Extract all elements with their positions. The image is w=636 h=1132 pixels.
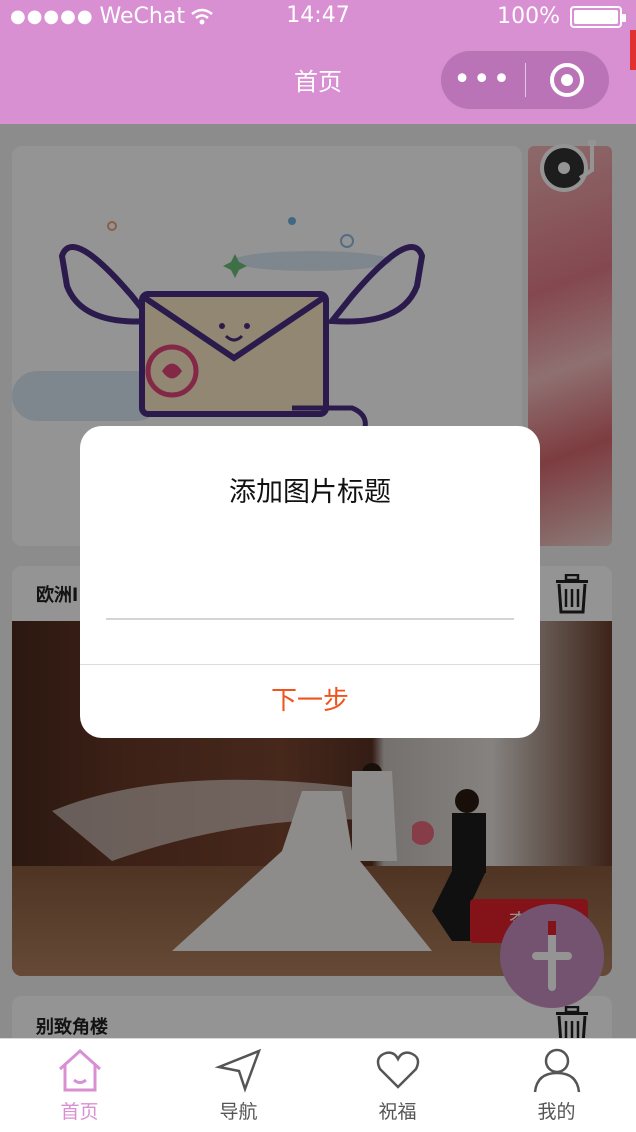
tab-navigation[interactable]: 导航	[159, 1039, 318, 1132]
tab-blessing[interactable]: 祝福	[318, 1039, 477, 1132]
heart-icon	[376, 1051, 419, 1089]
battery-group: 100%	[497, 4, 626, 29]
edge-marker	[630, 30, 636, 70]
tab-home[interactable]: 首页	[0, 1039, 159, 1132]
battery-percent: 100%	[497, 4, 560, 29]
nav-bar: 首页 •••	[0, 34, 636, 124]
status-bar: ●●●●● WeChat 14:47 100%	[0, 0, 636, 34]
tab-label: 首页	[60, 1101, 99, 1123]
tab-label: 导航	[219, 1101, 258, 1123]
tab-bar: 首页 导航 祝福 我的	[0, 1038, 636, 1132]
add-title-dialog: 添加图片标题 下一步	[80, 426, 540, 738]
more-dots-icon[interactable]: •••	[441, 50, 525, 110]
menu-capsule: •••	[440, 50, 610, 110]
close-button[interactable]	[526, 63, 610, 97]
target-circle-icon	[550, 63, 585, 97]
tab-label: 祝福	[378, 1101, 417, 1123]
home-icon	[58, 1048, 101, 1092]
battery-icon	[570, 5, 626, 28]
title-input[interactable]	[106, 576, 514, 620]
navigation-arrow-icon	[214, 1048, 261, 1093]
tab-profile[interactable]: 我的	[477, 1039, 636, 1132]
dialog-title: 添加图片标题	[229, 477, 391, 508]
next-button[interactable]: 下一步	[80, 665, 540, 738]
app-screen: ●●●●● WeChat 14:47 100% 首页 ••• 欧洲l 别致角楼 …	[0, 0, 636, 1132]
tab-label: 我的	[537, 1101, 576, 1123]
user-icon	[533, 1048, 580, 1093]
